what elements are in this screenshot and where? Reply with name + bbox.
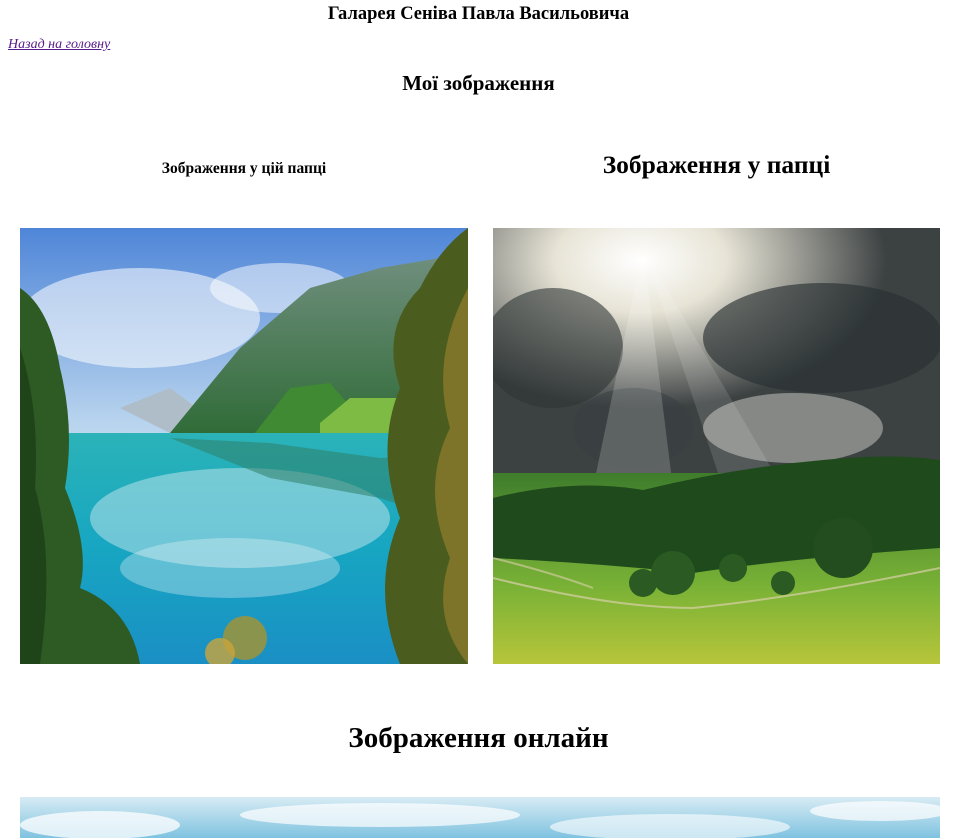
folder-images-heading: Зображення у папці xyxy=(602,150,831,179)
back-to-home-link[interactable]: Назад на головну xyxy=(8,37,110,53)
site-title: Галарея Сеніва Павла Васильовича xyxy=(327,4,630,24)
lake-mountain-photo xyxy=(20,228,468,664)
local-folder-images-heading: Зображення у цій папці xyxy=(161,160,327,177)
storm-sky-meadow-photo xyxy=(493,228,940,664)
online-sky-photo xyxy=(20,797,940,838)
section-title: Мої зображення xyxy=(402,71,555,95)
online-images-heading: Зображення онлайн xyxy=(348,722,609,754)
